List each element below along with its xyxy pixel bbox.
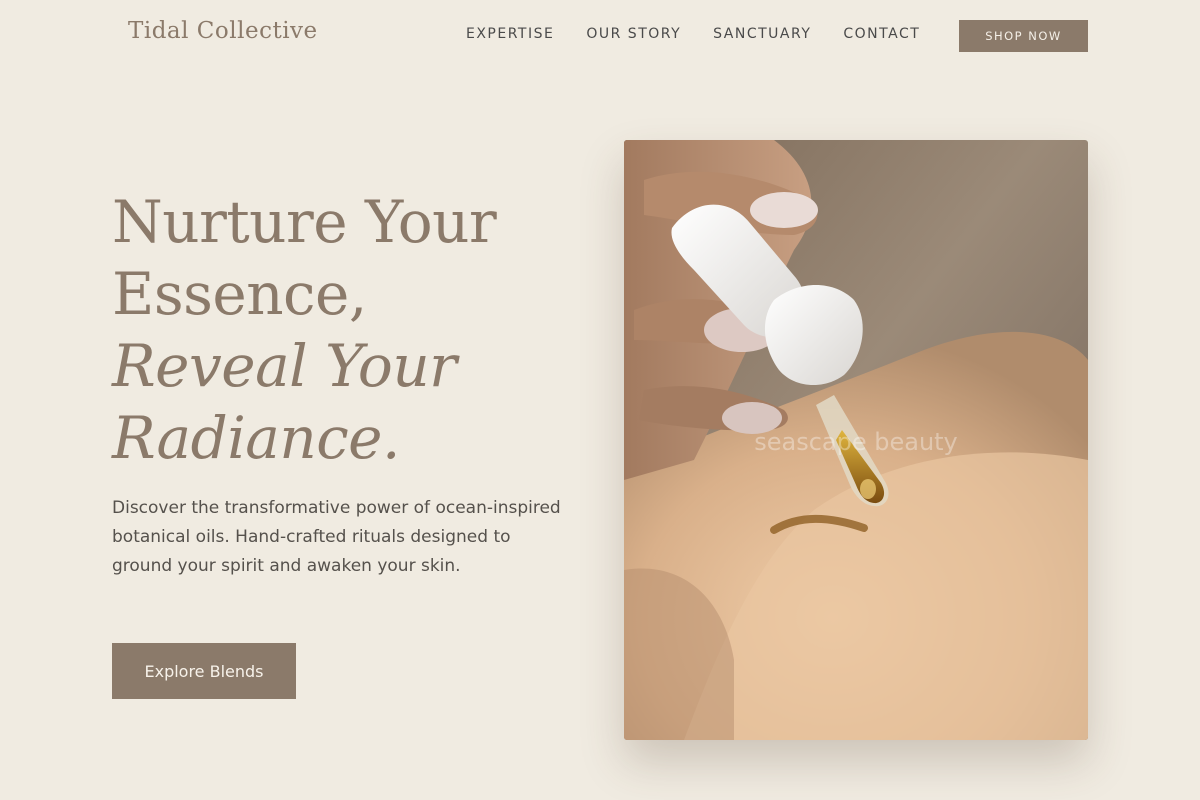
site-logo[interactable]: Tidal Collective [128,18,318,44]
nav-link-sanctuary[interactable]: SANCTUARY [713,26,811,42]
nav-link-expertise[interactable]: EXPERTISE [466,26,554,42]
image-watermark: seascape beauty [754,428,958,456]
nav-link-our-story[interactable]: OUR STORY [586,26,681,42]
shop-now-button[interactable]: SHOP NOW [959,20,1088,52]
explore-blends-button[interactable]: Explore Blends [112,643,296,699]
nav-link-contact[interactable]: CONTACT [843,26,920,42]
hero-title-line-1: Nurture Your [112,188,497,256]
hero-title-line-3: Reveal Your [112,332,457,400]
hero-title-line-4: Radiance. [112,404,400,472]
main-nav: EXPERTISE OUR STORY SANCTUARY CONTACT [466,26,920,42]
hero-image: seascape beauty [624,140,1088,740]
site-header: Tidal Collective EXPERTISE OUR STORY SAN… [0,0,1200,70]
hero-title-line-2: Essence, [112,260,367,328]
hero-title: Nurture Your Essence, Reveal Your Radian… [112,186,497,474]
hero-description: Discover the transformative power of oce… [112,498,561,576]
